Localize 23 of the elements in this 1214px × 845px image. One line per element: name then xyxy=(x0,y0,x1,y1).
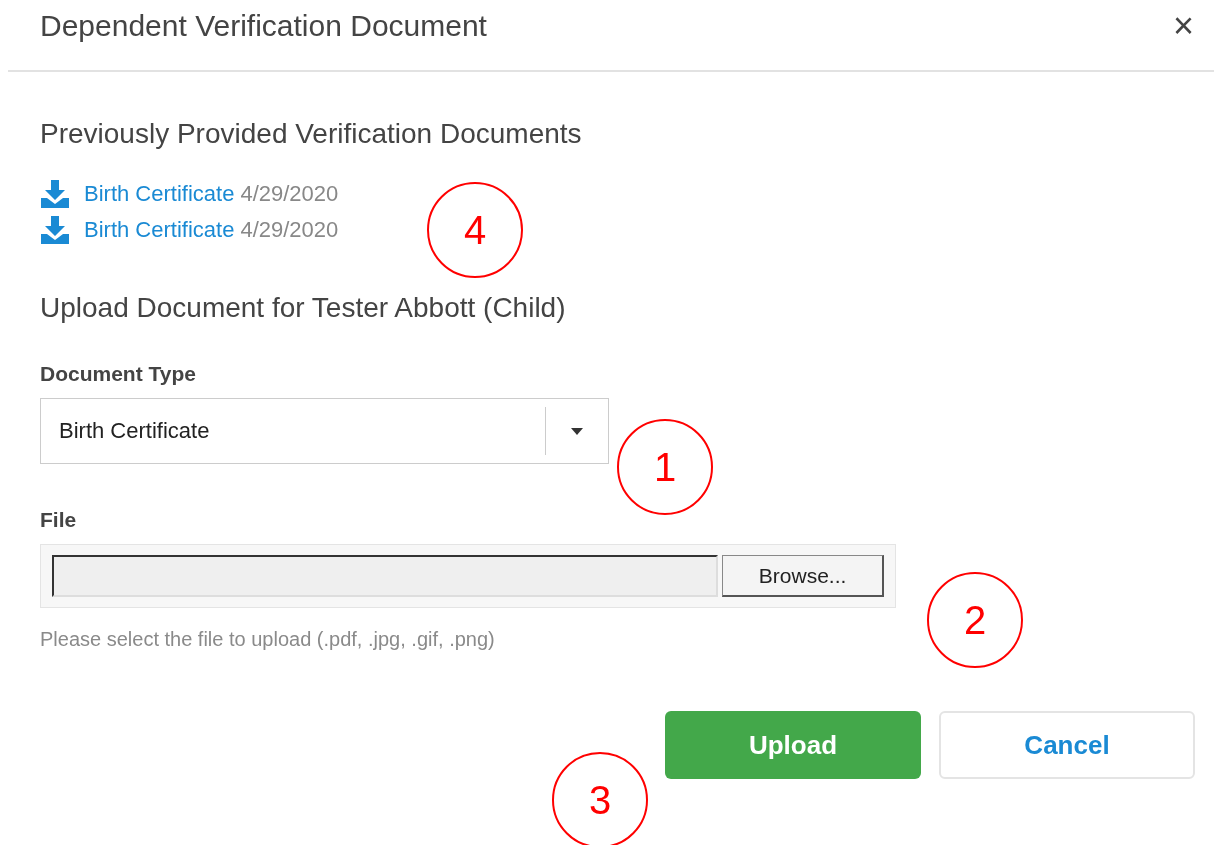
callout-number: 2 xyxy=(927,572,1023,668)
document-type-dropdown[interactable]: Birth Certificate xyxy=(40,398,609,464)
section-heading: Upload Document for Tester Abbott (Child) xyxy=(40,292,567,324)
callout-number: 1 xyxy=(617,419,713,515)
callout-number: 4 xyxy=(427,182,523,278)
dialog-title: Dependent Verification Document xyxy=(40,9,487,43)
field-label: File xyxy=(40,508,78,532)
close-button[interactable]: × xyxy=(1166,8,1200,44)
document-date: 4/29/2020 xyxy=(240,181,339,207)
cancel-button[interactable]: Cancel xyxy=(939,711,1195,779)
download-icon[interactable] xyxy=(40,179,70,209)
file-path-field[interactable] xyxy=(52,555,719,597)
section-heading: Previously Provided Verification Documents xyxy=(40,118,583,150)
caret-icon xyxy=(571,427,583,435)
field-label: Document Type xyxy=(40,362,197,386)
browse-button[interactable]: Browse... xyxy=(722,555,884,597)
callout-number: 3 xyxy=(552,752,648,845)
document-date: 4/29/2020 xyxy=(240,217,339,243)
document-link[interactable]: Birth Certificate xyxy=(84,217,235,243)
file-hint: Please select the file to upload (.pdf, .jpg, .gif, .png) xyxy=(40,628,496,651)
download-icon[interactable] xyxy=(40,215,70,245)
upload-button[interactable]: Upload xyxy=(665,711,921,779)
document-link[interactable]: Birth Certificate xyxy=(84,181,235,207)
